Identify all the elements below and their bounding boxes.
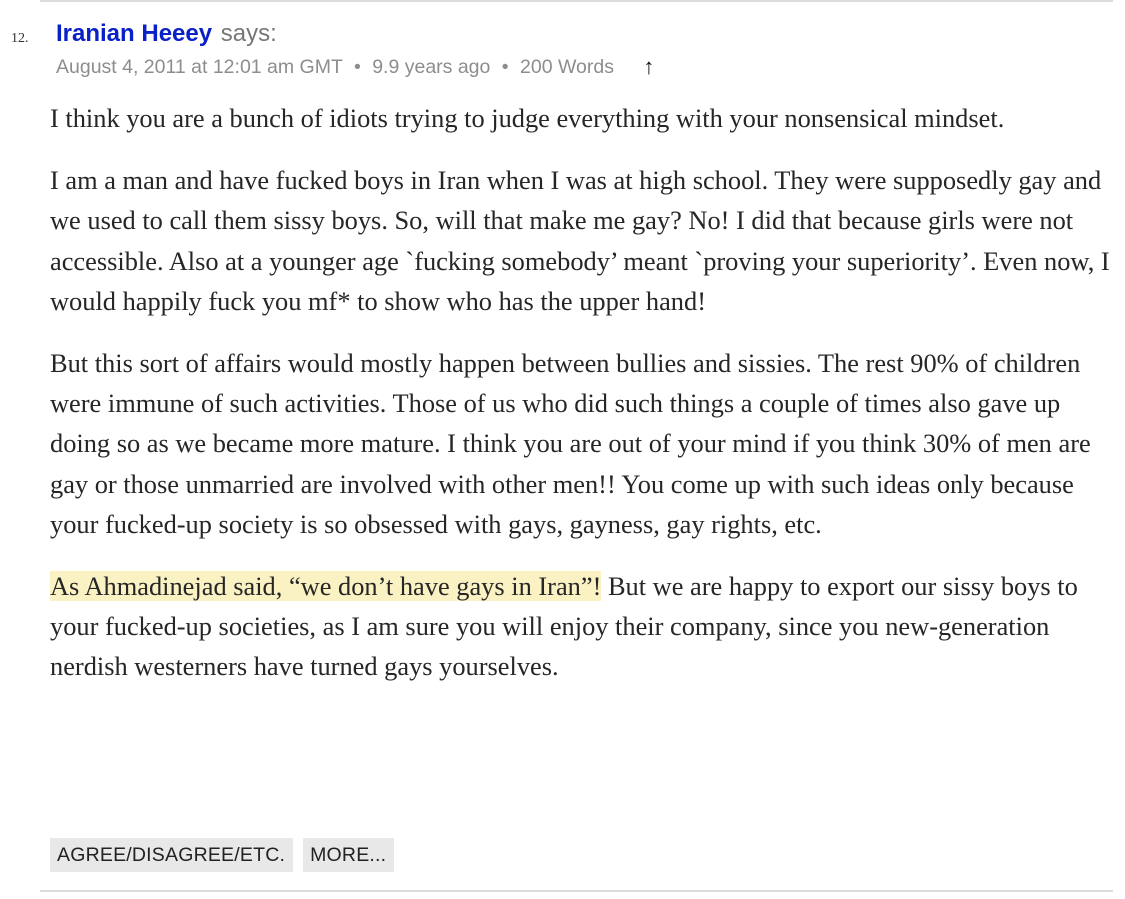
comment-date[interactable]: August 4, 2011 at 12:01 am GMT bbox=[56, 56, 343, 78]
word-count: 200 Words bbox=[520, 56, 614, 78]
meta-separator: • bbox=[353, 56, 361, 78]
comment-header: Iranian Heeey says: bbox=[56, 20, 277, 48]
comment-meta: August 4, 2011 at 12:01 am GMT • 9.9 yea… bbox=[56, 53, 654, 79]
comment-number: 12. bbox=[11, 31, 29, 46]
comment-age: 9.9 years ago bbox=[372, 56, 491, 78]
up-arrow-icon[interactable]: ↑ bbox=[643, 54, 654, 79]
comment-body: I think you are a bunch of idiots trying… bbox=[50, 98, 1120, 709]
comment-paragraph: I am a man and have fucked boys in Iran … bbox=[50, 165, 1110, 316]
comment-actions: AGREE/DISAGREE/ETC. MORE... bbox=[50, 838, 395, 872]
agree-disagree-button[interactable]: AGREE/DISAGREE/ETC. bbox=[50, 838, 294, 872]
top-divider bbox=[40, 0, 1113, 2]
comment-paragraph: I think you are a bunch of idiots trying… bbox=[50, 103, 1005, 133]
author-link[interactable]: Iranian Heeey bbox=[56, 20, 212, 47]
more-button[interactable]: MORE... bbox=[303, 838, 395, 872]
highlighted-quote: As Ahmadinejad said, “we don’t have gays… bbox=[50, 571, 602, 602]
bottom-divider bbox=[40, 890, 1113, 892]
comment-paragraph: As Ahmadinejad said, “we don’t have gays… bbox=[50, 566, 1120, 687]
comment-paragraph: But this sort of affairs would mostly ha… bbox=[50, 348, 1091, 539]
meta-separator: • bbox=[501, 56, 509, 78]
says-label: says: bbox=[220, 20, 277, 47]
